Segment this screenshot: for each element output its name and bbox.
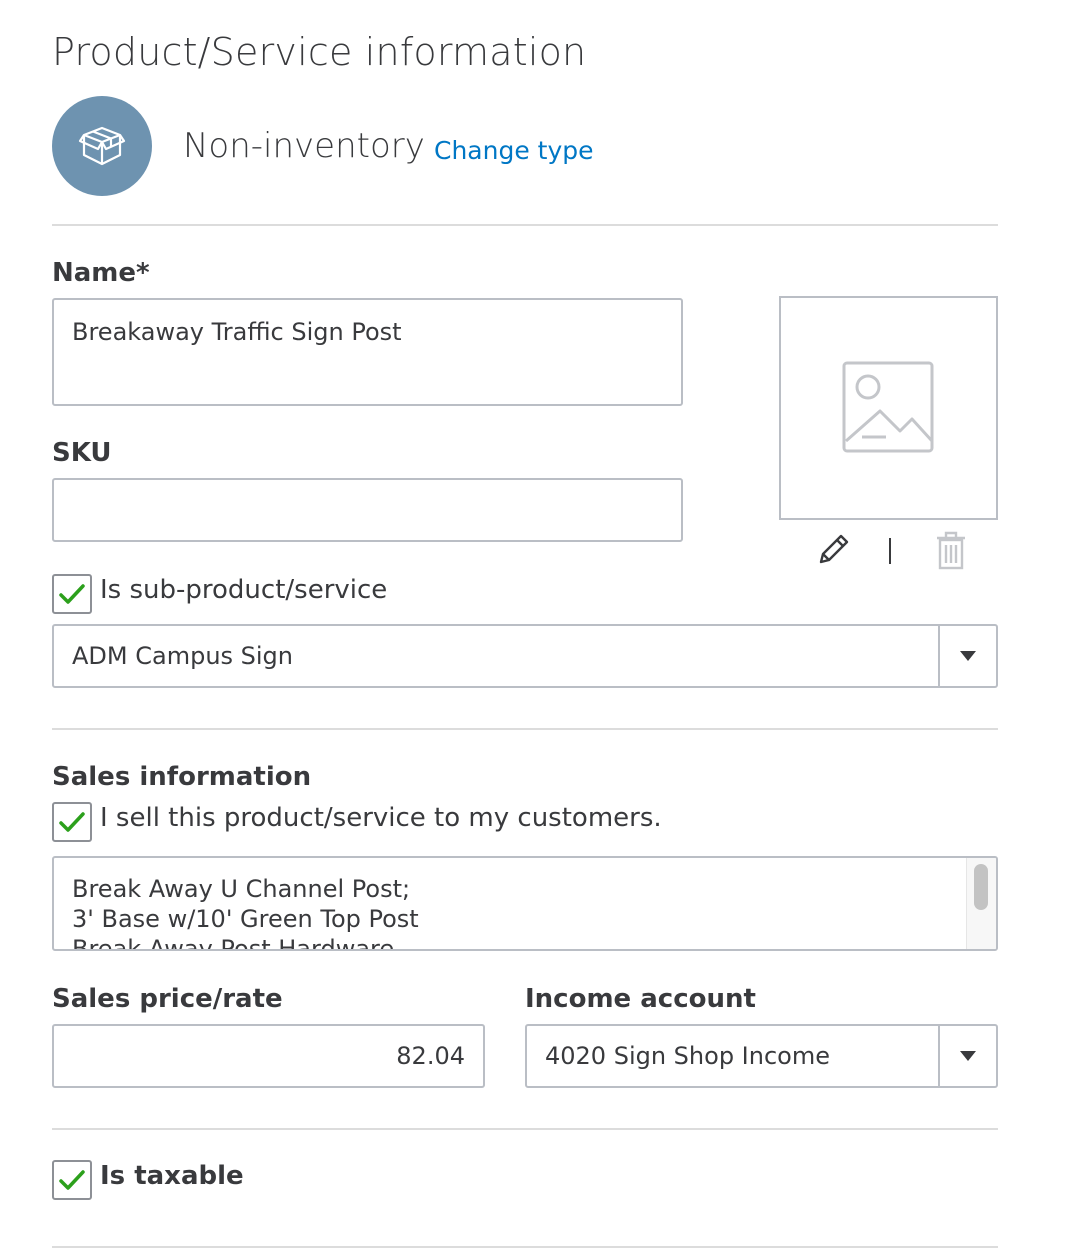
scrollbar-thumb[interactable] <box>974 864 988 910</box>
dropdown-button[interactable] <box>938 1026 996 1086</box>
taxable-checkbox[interactable] <box>52 1160 92 1200</box>
description-line: 3' Base w/10' Green Top Post <box>72 905 419 933</box>
taxable-label: Is taxable <box>100 1161 244 1191</box>
income-account-value: 4020 Sign Shop Income <box>545 1042 830 1070</box>
product-type-label: Non-inventory <box>183 126 425 166</box>
income-account-select[interactable]: 4020 Sign Shop Income <box>525 1024 998 1088</box>
action-separator <box>889 538 891 564</box>
chevron-down-icon <box>960 651 976 661</box>
sku-label: SKU <box>52 438 112 468</box>
trash-icon[interactable] <box>935 530 967 570</box>
sales-price-input[interactable] <box>52 1024 485 1088</box>
description-line: Break Away U Channel Post; <box>72 875 411 903</box>
dropdown-button[interactable] <box>938 626 996 686</box>
name-input[interactable]: Breakaway Traffic Sign Post <box>52 298 683 406</box>
checkmark-icon <box>59 812 85 832</box>
chevron-down-icon <box>960 1051 976 1061</box>
checkmark-icon <box>59 1170 85 1190</box>
page-title: Product/Service information <box>52 30 587 74</box>
parent-product-value: ADM Campus Sign <box>72 642 294 670</box>
product-image-placeholder[interactable] <box>779 296 998 520</box>
sales-description-textarea[interactable]: Break Away U Channel Post; 3' Base w/10'… <box>52 856 998 951</box>
sales-description-text: Break Away U Channel Post; 3' Base w/10'… <box>72 874 419 951</box>
box-icon <box>78 126 126 166</box>
sell-label: I sell this product/service to my custom… <box>100 803 662 833</box>
checkmark-icon <box>59 584 85 604</box>
sell-checkbox[interactable] <box>52 802 92 842</box>
divider <box>52 1128 998 1130</box>
scrollbar[interactable] <box>966 858 996 949</box>
divider <box>52 1246 998 1248</box>
image-actions <box>779 530 998 574</box>
sku-input[interactable] <box>52 478 683 542</box>
change-type-link[interactable]: Change type <box>434 136 594 165</box>
product-type-badge <box>52 96 152 196</box>
image-icon <box>842 361 933 453</box>
divider <box>52 224 998 226</box>
sales-price-label: Sales price/rate <box>52 984 283 1014</box>
divider <box>52 728 998 730</box>
sub-product-label: Is sub-product/service <box>100 575 388 605</box>
description-line: Break Away Post Hardware <box>72 935 395 951</box>
name-label: Name* <box>52 258 150 288</box>
parent-product-select[interactable]: ADM Campus Sign <box>52 624 998 688</box>
sales-section-title: Sales information <box>52 762 312 792</box>
pencil-icon[interactable] <box>815 532 851 568</box>
sub-product-checkbox[interactable] <box>52 574 92 614</box>
income-account-label: Income account <box>525 984 756 1014</box>
